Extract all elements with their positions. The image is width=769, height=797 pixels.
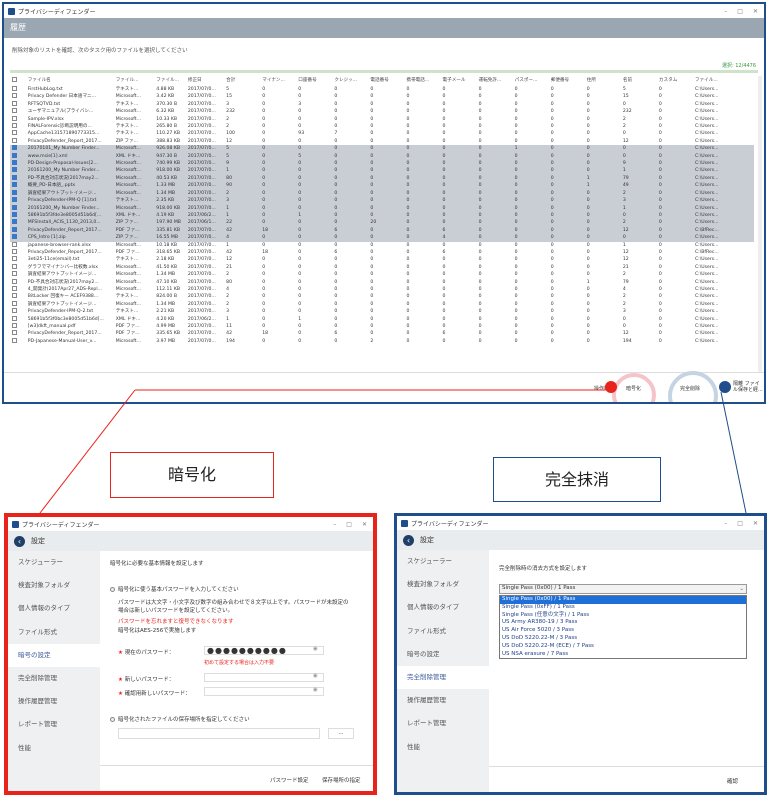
app-icon — [401, 519, 408, 527]
eye-icon[interactable]: ◉ — [313, 646, 318, 652]
wipe-label: 完全抹消 — [493, 457, 661, 502]
algo-note: 暗号化はAES-256で実施します — [118, 628, 197, 634]
back-icon[interactable]: ‹ — [403, 534, 414, 546]
browse-button[interactable]: ... — [328, 728, 354, 739]
wipe-option[interactable]: US NSA erasure / 7 Pass — [500, 651, 746, 659]
settings-header: ‹ 設定 — [397, 530, 764, 550]
menu-file-format[interactable]: ファイル形式 — [8, 621, 100, 644]
menu-performance[interactable]: 性能 — [8, 737, 100, 760]
radio-location[interactable] — [110, 717, 115, 722]
confirm-button[interactable]: 確認 — [727, 777, 738, 785]
enc-window-title: プライバシーディフェンダー — [22, 521, 100, 529]
menu-file-format[interactable]: ファイル形式 — [397, 620, 489, 643]
back-icon[interactable]: ‹ — [14, 535, 25, 547]
blue-connector — [720, 391, 747, 514]
wipe-option[interactable]: Single Pass (0xFF) / 1 Pass — [500, 604, 746, 612]
menu-report[interactable]: レポート管理 — [8, 713, 100, 736]
app-icon — [12, 520, 19, 528]
encryption-settings-window: プライバシーディフェンダー – □ ✕ ‹ 設定 スケジューラー 検査対象フォルダ 個人… — [4, 513, 377, 795]
wipe-option[interactable]: Single Pass (0x00) / 1 Pass — [500, 596, 746, 604]
set-password-button[interactable]: パスワード設定 — [270, 776, 309, 784]
password-hint: 初めて設定する場合は入力不要 — [204, 660, 275, 666]
close-icon[interactable]: ✕ — [362, 521, 367, 528]
wipe-selected-value: Single Pass (0x00) / 1 Pass — [502, 585, 576, 591]
minimize-icon[interactable]: – — [724, 520, 727, 527]
menu-encryption[interactable]: 暗号の設定 — [397, 643, 489, 666]
wipe-footer: 確認 — [489, 766, 764, 792]
enc-intro: 暗号化に必要な基本情報を設定します — [110, 561, 204, 567]
close-icon[interactable]: ✕ — [753, 520, 758, 527]
location-field[interactable] — [118, 728, 320, 739]
eye-icon[interactable]: ◉ — [313, 687, 318, 693]
opt-location-label: 暗号化されたファイルの保存場所を指定してください — [118, 717, 250, 723]
encrypt-label: 暗号化 — [110, 452, 274, 498]
menu-pii-type[interactable]: 個人情報のタイプ — [8, 597, 100, 620]
menu-scheduler[interactable]: スケジューラー — [397, 550, 489, 573]
chevron-down-icon: ⌄ — [739, 586, 744, 592]
wipe-settings-window: プライバシーディフェンダー – □ ✕ ‹ 設定 スケジューラー 検査対象フォルダ 個人… — [394, 513, 767, 795]
menu-history[interactable]: 操作履歴管理 — [8, 690, 100, 713]
set-location-button[interactable]: 保存場所の指定 — [322, 776, 361, 784]
confirm-password-field[interactable] — [204, 687, 324, 696]
eye-icon[interactable]: ◉ — [313, 673, 318, 679]
menu-performance[interactable]: 性能 — [397, 736, 489, 759]
enc-content: 暗号化に必要な基本情報を設定します 暗号化に使う基本パスワードを入力してください… — [104, 551, 373, 791]
menu-target-folder[interactable]: 検査対象フォルダ — [397, 573, 489, 596]
wipe-method-list: Single Pass (0x00) / 1 Pass Single Pass (… — [499, 595, 747, 660]
opt-password-label: 暗号化に使う基本パスワードを入力してください — [118, 587, 239, 593]
menu-target-folder[interactable]: 検査対象フォルダ — [8, 574, 100, 597]
wipe-sidebar: スケジューラー 検査対象フォルダ 個人情報のタイプ ファイル形式 暗号の設定 完… — [397, 550, 489, 792]
new-password-field[interactable] — [204, 673, 324, 682]
enc-titlebar: プライバシーディフェンダー – □ ✕ — [8, 517, 373, 531]
menu-pii-type[interactable]: 個人情報のタイプ — [397, 596, 489, 619]
menu-report[interactable]: レポート管理 — [397, 712, 489, 735]
radio-password[interactable] — [110, 587, 115, 592]
settings-header: ‹ 設定 — [8, 531, 373, 551]
enc-footer: パスワード設定 保存場所の指定 — [100, 765, 373, 791]
minimize-icon[interactable]: – — [333, 521, 336, 528]
wipe-intro: 完全削除時の消去方式を設定します — [499, 566, 588, 572]
wipe-titlebar: プライバシーディフェンダー – □ ✕ — [397, 516, 764, 530]
menu-history[interactable]: 操作履歴管理 — [397, 689, 489, 712]
current-password-label: 現在のパスワード： — [124, 650, 175, 656]
new-password-label: 新しいパスワード： — [124, 677, 175, 683]
wipe-option[interactable]: Single Pass (任意の文字) / 1 Pass — [500, 612, 746, 620]
wipe-window-title: プライバシーディフェンダー — [411, 520, 489, 528]
maximize-icon[interactable]: □ — [346, 521, 352, 528]
menu-wipe[interactable]: 完全削除管理 — [397, 665, 489, 690]
menu-wipe[interactable]: 完全削除管理 — [8, 667, 100, 690]
enc-sidebar: スケジューラー 検査対象フォルダ 個人情報のタイプ ファイル形式 暗号の設定 完… — [8, 551, 100, 791]
menu-encryption[interactable]: 暗号の設定 — [8, 643, 100, 667]
wipe-option[interactable]: US Air Force 5020 / 3 Pass — [500, 627, 746, 635]
wipe-content: 完全削除時の消去方式を設定します Single Pass (0x00) / 1 … — [493, 550, 764, 792]
current-password-field[interactable]: ●●●●●●●●●● — [204, 646, 324, 655]
menu-scheduler[interactable]: スケジューラー — [8, 551, 100, 574]
settings-title: 設定 — [420, 536, 434, 544]
settings-title: 設定 — [31, 537, 45, 545]
confirm-password-label: 確認用新しいパスワード： — [124, 691, 191, 697]
password-warning: パスワードを忘れますと復号できなくなります — [118, 619, 234, 625]
password-note: パスワードは大文字・小文字及び数字の組み合わせで８文字以上です。パスワードが未設… — [118, 600, 349, 614]
wipe-option[interactable]: US DoD 5220.22-M / 3 Pass — [500, 635, 746, 643]
maximize-icon[interactable]: □ — [737, 520, 743, 527]
wipe-option[interactable]: US Army AR380-19 / 3 Pass — [500, 619, 746, 627]
wipe-method-select[interactable]: Single Pass (0x00) / 1 Pass ⌄ — [499, 584, 747, 594]
wipe-option[interactable]: US DoD 5220.22-M (ECE) / 7 Pass — [500, 643, 746, 651]
